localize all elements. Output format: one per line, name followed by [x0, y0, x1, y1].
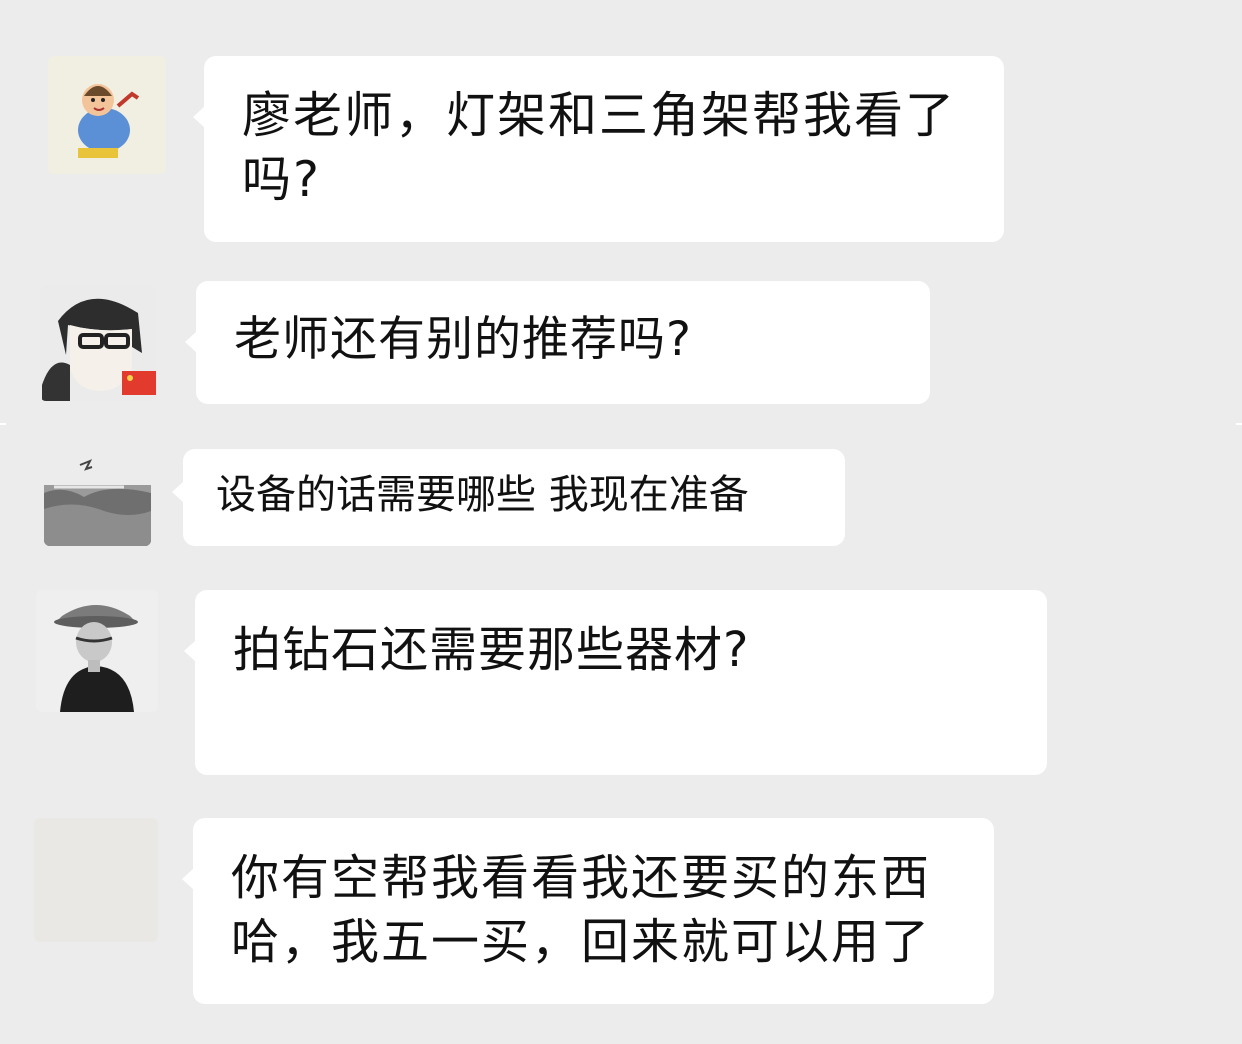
landscape-bird-avatar[interactable]: [44, 449, 151, 546]
chat-message: 拍钻石还需要那些器材?: [0, 590, 1242, 775]
hat-man-icon: [36, 590, 158, 712]
hat-man-avatar[interactable]: [36, 590, 158, 712]
message-text: 设备的话需要哪些 我现在准备: [216, 472, 749, 518]
message-bubble[interactable]: 拍钻石还需要那些器材?: [184, 590, 1047, 775]
chat-message: 廖老师，灯架和三角架帮我看了吗?: [0, 56, 1242, 242]
chat-message: 设备的话需要哪些 我现在准备: [0, 449, 1242, 546]
chat-message: 你有空帮我看看我还要买的东西哈，我五一买，回来就可以用了: [0, 818, 1242, 1004]
message-bubble[interactable]: 廖老师，灯架和三角架帮我看了吗?: [193, 56, 1004, 242]
right-edge-mark: [1236, 423, 1242, 425]
chat-message: 老师还有别的推荐吗?: [0, 281, 1242, 404]
blank-avatar-icon: [34, 818, 158, 942]
message-text: 拍钻石还需要那些器材?: [233, 622, 750, 678]
message-bubble[interactable]: 你有空帮我看看我还要买的东西哈，我五一买，回来就可以用了: [182, 818, 994, 1004]
message-bubble[interactable]: 设备的话需要哪些 我现在准备: [172, 449, 845, 546]
message-bubble[interactable]: 老师还有别的推荐吗?: [185, 281, 930, 404]
message-text: 廖老师，灯架和三角架帮我看了吗?: [242, 87, 957, 208]
cartoon-man-avatar[interactable]: [48, 56, 166, 174]
cartoon-glasses-icon: [40, 285, 156, 401]
cartoon-man-icon: [48, 56, 166, 174]
landscape-bird-icon: [44, 449, 151, 546]
message-text: 老师还有别的推荐吗?: [234, 312, 692, 367]
message-text: 你有空帮我看看我还要买的东西哈，我五一买，回来就可以用了: [231, 850, 932, 970]
blank-avatar[interactable]: [34, 818, 158, 942]
left-edge-mark: [0, 423, 6, 425]
cartoon-glasses-avatar[interactable]: [40, 285, 156, 401]
